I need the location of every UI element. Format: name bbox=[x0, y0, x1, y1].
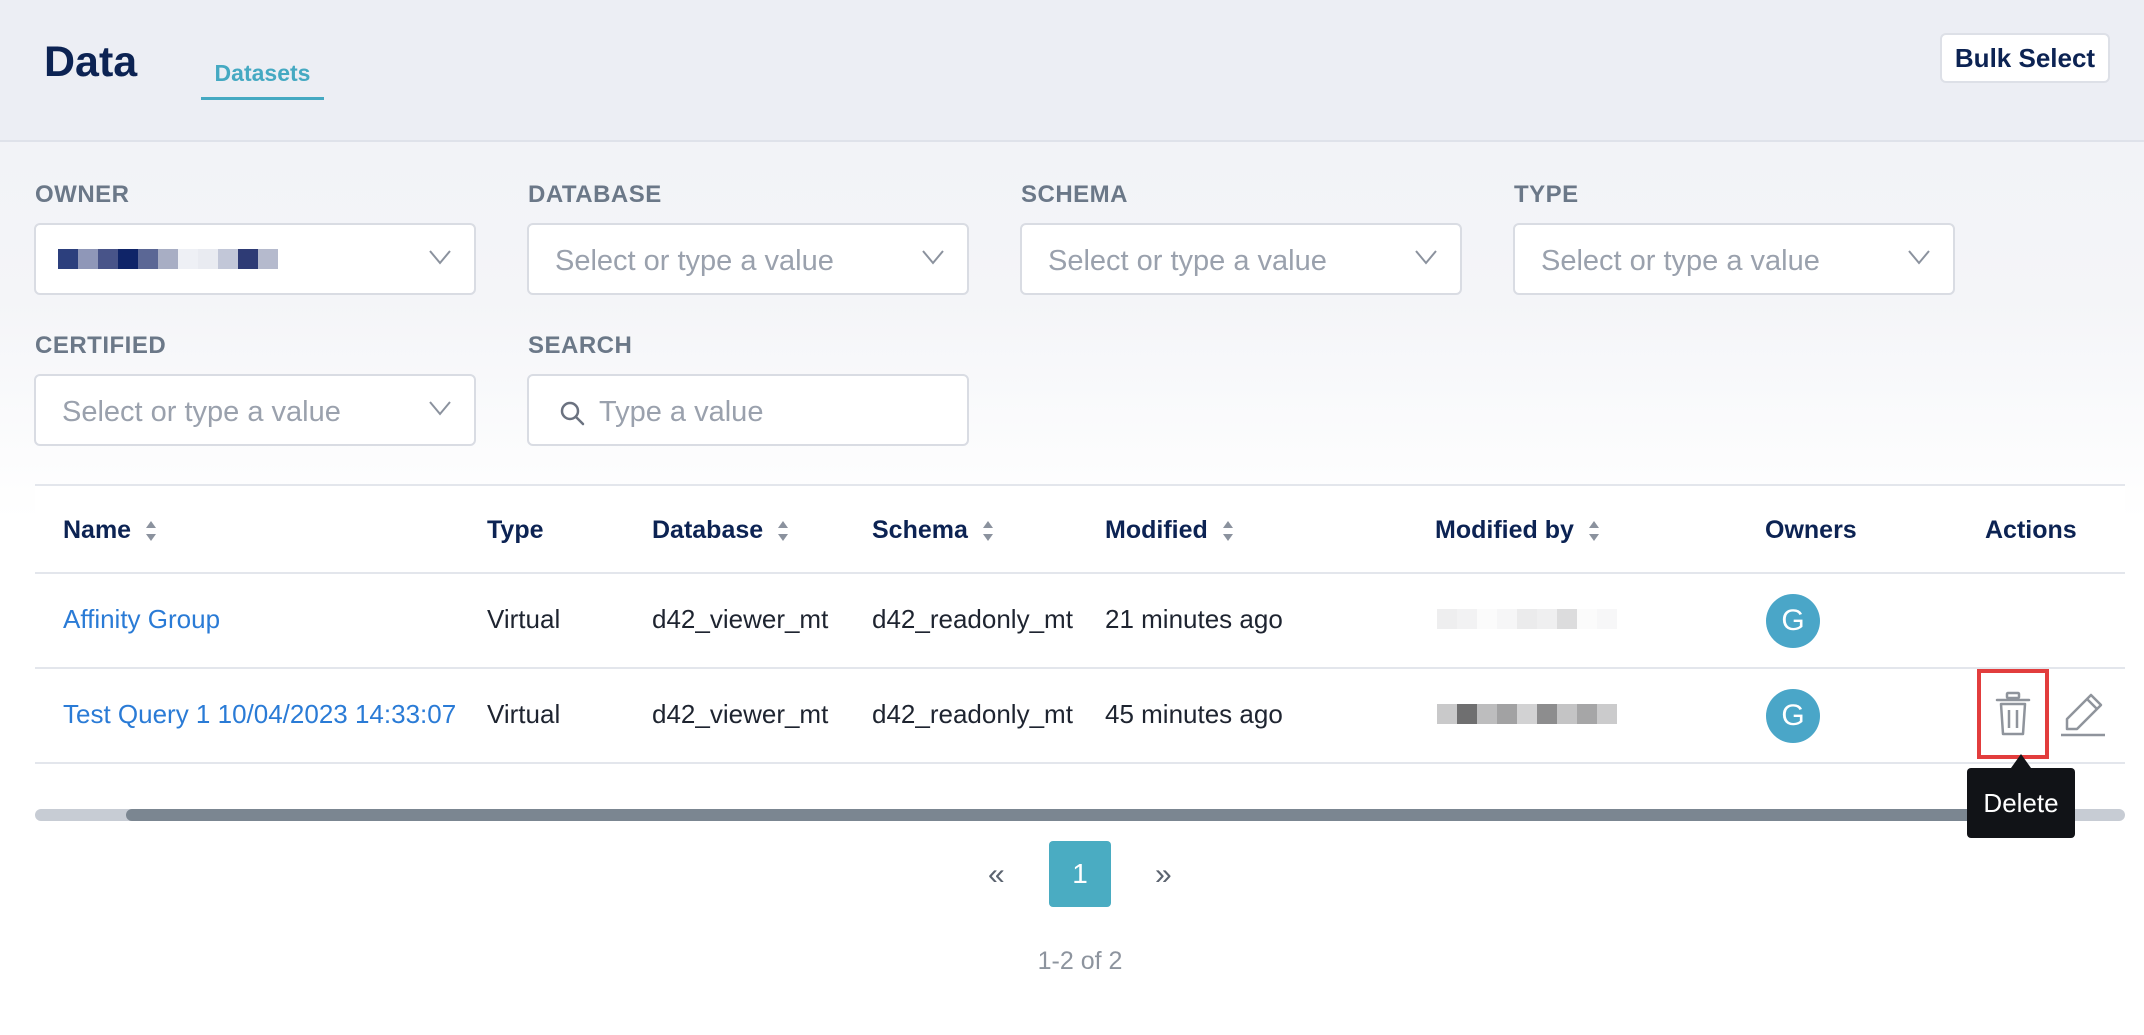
database-filter-label: DATABASE bbox=[528, 181, 662, 208]
dataset-schema: d42_readonly_mt bbox=[872, 699, 1073, 729]
sort-icon bbox=[982, 520, 993, 541]
pagination-page-current[interactable]: 1 bbox=[1049, 841, 1111, 907]
dataset-database: d42_viewer_mt bbox=[652, 699, 829, 729]
pagination-next[interactable]: » bbox=[1155, 858, 1172, 892]
column-header-label: Type bbox=[487, 516, 544, 544]
dataset-modified: 45 minutes ago bbox=[1105, 699, 1283, 729]
search-input-placeholder: Type a value bbox=[599, 396, 764, 428]
chevron-down-icon bbox=[1908, 250, 1930, 265]
dataset-modified: 21 minutes ago bbox=[1105, 604, 1283, 634]
page-title: Data bbox=[44, 38, 138, 86]
column-header-label: Owners bbox=[1765, 516, 1857, 544]
dataset-type: Virtual bbox=[487, 699, 561, 729]
search-icon bbox=[560, 401, 585, 426]
trash-icon bbox=[1995, 691, 2031, 736]
owner-value-redacted bbox=[58, 249, 278, 269]
search-filter-label: SEARCH bbox=[528, 332, 633, 359]
dataset-schema: d42_readonly_mt bbox=[872, 604, 1073, 634]
owner-avatar[interactable]: G bbox=[1766, 689, 1820, 743]
database-select-placeholder: Select or type a value bbox=[555, 245, 834, 277]
delete-button[interactable] bbox=[1977, 669, 2049, 759]
column-header-owners: Owners bbox=[1765, 516, 1857, 545]
type-select[interactable]: Select or type a value bbox=[1513, 223, 1955, 295]
chevron-down-icon bbox=[922, 250, 944, 265]
dataset-name-link[interactable]: Test Query 1 10/04/2023 14:33:07 bbox=[63, 699, 456, 730]
sort-icon bbox=[1222, 520, 1233, 541]
schema-select[interactable]: Select or type a value bbox=[1020, 223, 1462, 295]
schema-filter-label: SCHEMA bbox=[1021, 181, 1129, 208]
column-header-label: Actions bbox=[1985, 516, 2077, 544]
type-select-placeholder: Select or type a value bbox=[1541, 245, 1820, 277]
sort-icon bbox=[1588, 520, 1599, 541]
chevron-down-icon bbox=[429, 250, 451, 265]
tab-datasets[interactable]: Datasets bbox=[201, 60, 324, 100]
page-header: Data Datasets Bulk Select bbox=[0, 0, 2144, 142]
certified-select-placeholder: Select or type a value bbox=[62, 396, 341, 428]
delete-tooltip: Delete bbox=[1967, 754, 2075, 838]
column-header-label: Modified by bbox=[1435, 516, 1574, 544]
column-header-label: Name bbox=[63, 516, 132, 544]
column-header-name[interactable]: Name bbox=[63, 516, 157, 545]
pagination-summary: 1-2 of 2 bbox=[1037, 947, 1123, 975]
sort-icon bbox=[778, 520, 789, 541]
pagination-prev[interactable]: « bbox=[988, 858, 1005, 892]
database-select[interactable]: Select or type a value bbox=[527, 223, 969, 295]
certified-filter-label: CERTIFIED bbox=[35, 332, 167, 359]
dataset-name-link[interactable]: Affinity Group bbox=[63, 604, 220, 635]
pencil-icon[interactable] bbox=[2059, 689, 2107, 737]
modified-by-redacted bbox=[1437, 704, 1617, 724]
column-header-modified-by[interactable]: Modified by bbox=[1435, 516, 1600, 545]
chevron-down-icon bbox=[1415, 250, 1437, 265]
column-header-label: Modified bbox=[1105, 516, 1208, 544]
column-header-label: Database bbox=[652, 516, 764, 544]
dataset-type: Virtual bbox=[487, 604, 561, 634]
column-header-database[interactable]: Database bbox=[652, 516, 789, 545]
column-header-label: Schema bbox=[872, 516, 968, 544]
certified-select[interactable]: Select or type a value bbox=[34, 374, 476, 446]
table-header: Name Type Database Schema Modified Modif… bbox=[35, 484, 2125, 574]
column-header-actions: Actions bbox=[1985, 516, 2077, 545]
chevron-down-icon bbox=[429, 401, 451, 416]
modified-by-redacted bbox=[1437, 609, 1617, 629]
search-input[interactable]: Type a value bbox=[527, 374, 969, 446]
table-row: Test Query 1 10/04/2023 14:33:07 Virtual… bbox=[35, 669, 2125, 764]
dataset-database: d42_viewer_mt bbox=[652, 604, 829, 634]
column-header-modified[interactable]: Modified bbox=[1105, 516, 1234, 545]
schema-select-placeholder: Select or type a value bbox=[1048, 245, 1327, 277]
column-header-schema[interactable]: Schema bbox=[872, 516, 994, 545]
owner-select[interactable] bbox=[34, 223, 476, 295]
owner-avatar[interactable]: G bbox=[1766, 594, 1820, 648]
table-row: Affinity Group Virtual d42_viewer_mt d42… bbox=[35, 574, 2125, 669]
owner-filter-label: OWNER bbox=[35, 181, 130, 208]
bulk-select-button[interactable]: Bulk Select bbox=[1940, 33, 2110, 83]
horizontal-scrollbar-thumb[interactable] bbox=[126, 809, 1986, 821]
sort-icon bbox=[146, 520, 157, 541]
type-filter-label: TYPE bbox=[1514, 181, 1579, 208]
column-header-type: Type bbox=[487, 516, 544, 545]
